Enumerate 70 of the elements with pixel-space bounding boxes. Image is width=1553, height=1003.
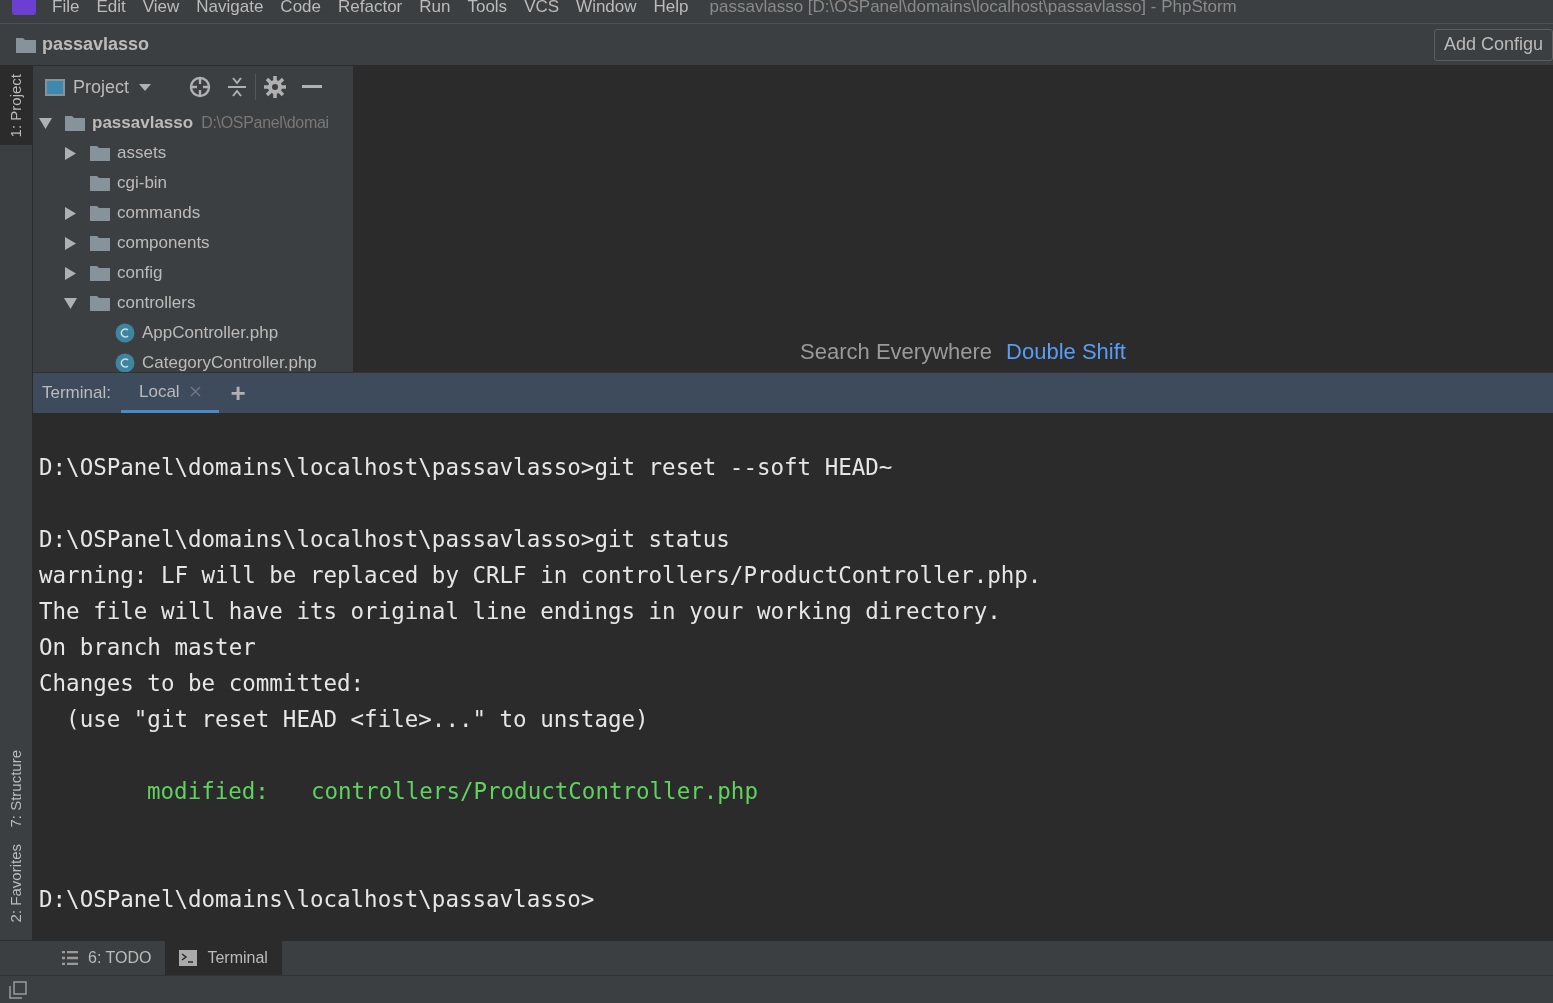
collapsed-arrow-icon[interactable] <box>64 146 77 160</box>
folder-icon <box>90 175 110 191</box>
settings-icon[interactable] <box>264 76 287 98</box>
tree-item[interactable]: commands <box>117 200 201 226</box>
tree-item[interactable]: AppController.php <box>142 320 279 346</box>
class-file-icon <box>115 353 135 372</box>
menu-item[interactable]: Window <box>576 0 637 17</box>
terminal-line: D:\OSPanel\domains\localhost\passavlasso> <box>39 885 595 914</box>
window-title: passavlasso [D:\OSPanel\domains\localhost\passavlasso] - PhpStorm <box>709 0 1237 17</box>
terminal-line: (use "git reset HEAD <file>..." to unstage) <box>65 705 649 734</box>
new-tab-button[interactable]: + <box>230 380 246 406</box>
dropdown-caret-icon <box>139 83 152 91</box>
project-path: D:\OSPanel\domai <box>201 113 329 133</box>
terminal-line: The file will have its original line endings in your working directory. <box>39 597 1001 626</box>
folder-icon <box>65 115 85 131</box>
hide-icon[interactable] <box>302 85 323 89</box>
toggle-tool-windows-icon[interactable] <box>9 980 27 999</box>
terminal-line: On branch master <box>39 633 256 662</box>
tree-item[interactable]: assets <box>117 140 167 166</box>
terminal-icon <box>179 950 198 966</box>
add-configuration-button[interactable]: Add Configu <box>1433 28 1553 61</box>
breadcrumb[interactable]: passavlasso <box>42 31 150 58</box>
app-logo <box>12 0 36 15</box>
tree-item[interactable]: config <box>117 260 163 286</box>
tree-item[interactable]: components <box>117 230 210 256</box>
terminal-line: warning: LF will be replaced by CRLF in controllers/ProductController.php. <box>39 561 1042 590</box>
tree-item[interactable]: CategoryController.php <box>142 350 317 372</box>
view-selector[interactable]: Project <box>73 73 152 101</box>
tool-window-button[interactable]: 2: Favorites <box>0 835 33 930</box>
folder-icon <box>90 205 110 221</box>
menu-item[interactable]: Help <box>653 0 689 17</box>
menu-item[interactable]: View <box>142 0 180 17</box>
expanded-arrow-icon[interactable] <box>39 116 52 130</box>
tree-item[interactable]: cgi-bin <box>117 170 168 196</box>
collapsed-arrow-icon[interactable] <box>64 266 77 280</box>
locate-icon[interactable] <box>189 76 212 98</box>
menu-item[interactable]: VCS <box>524 0 560 17</box>
search-everywhere-hint: Search Everywhere <box>800 338 993 366</box>
collapse-all-icon[interactable] <box>227 76 248 98</box>
shortcut-hint: Double Shift <box>1006 338 1126 366</box>
changed-file-path: controllers/ProductController.php <box>310 777 758 806</box>
list-icon <box>62 951 78 965</box>
menu-item[interactable]: Tools <box>467 0 508 17</box>
project-view-icon <box>45 78 65 96</box>
folder-icon <box>90 265 110 281</box>
tool-window-tab[interactable]: Terminal <box>165 941 282 975</box>
terminal-line: D:\OSPanel\domains\localhost\passavlasso>git status <box>39 525 730 554</box>
terminal-line: Changes to be committed: <box>39 669 365 698</box>
menu-item[interactable]: Code <box>280 0 321 17</box>
folder-icon <box>90 295 110 311</box>
class-file-icon <box>115 323 135 343</box>
tool-window-button[interactable]: 1: Project <box>0 66 33 146</box>
change-status: modified: <box>147 777 269 806</box>
tool-window-button[interactable]: 7: Structure <box>0 742 33 836</box>
menu-item[interactable]: Edit <box>96 0 126 17</box>
tree-item[interactable]: controllers <box>117 290 196 316</box>
terminal-line: D:\OSPanel\domains\localhost\passavlasso>git reset --soft HEAD~ <box>39 453 893 482</box>
folder-icon <box>16 36 36 53</box>
folder-icon <box>90 235 110 251</box>
menu-item[interactable]: Refactor <box>338 0 403 17</box>
collapsed-arrow-icon[interactable] <box>64 206 77 220</box>
terminal-label: Terminal: <box>42 382 111 405</box>
collapsed-arrow-icon[interactable] <box>64 236 77 250</box>
tree-item[interactable]: passavlasso <box>92 110 194 136</box>
expanded-arrow-icon[interactable] <box>64 296 77 310</box>
menu-item[interactable]: File <box>52 0 80 17</box>
folder-icon <box>90 145 110 161</box>
tool-window-tab[interactable]: 6: TODO <box>48 941 166 975</box>
menu-item[interactable]: Run <box>419 0 451 17</box>
menu-item[interactable]: Navigate <box>196 0 264 17</box>
